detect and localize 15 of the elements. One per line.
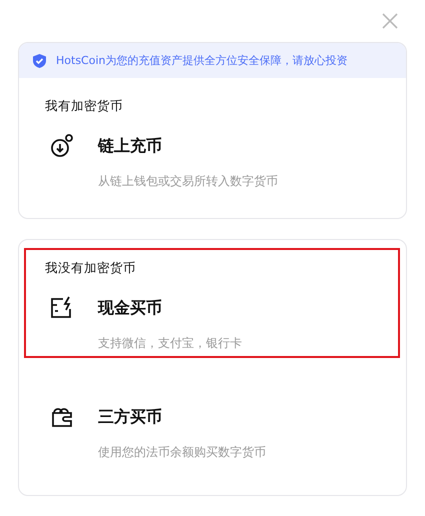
option-description: 从链上钱包或交易所转入数字货币 bbox=[98, 173, 279, 190]
option-title: 三方买币 bbox=[98, 406, 163, 428]
shield-check-icon bbox=[33, 54, 46, 68]
payment-option[interactable]: 链上充币 从链上钱包或交易所转入数字货币 bbox=[26, 115, 398, 190]
close-icon bbox=[382, 13, 398, 29]
option-title: 链上充币 bbox=[98, 134, 163, 156]
coin-download-icon bbox=[49, 133, 75, 159]
payment-option[interactable]: 三方买币 使用您的法币余额购买数字货币 bbox=[26, 368, 398, 461]
option-title: 现金买币 bbox=[98, 296, 163, 318]
section-heading: 我没有加密货币 bbox=[44, 259, 137, 277]
notice-text: HotsCoin为您的充值资产提供全方位安全保障，请放心投资 bbox=[56, 53, 348, 68]
payment-option[interactable]: 现金买币 支持微信，支付宝，银行卡 bbox=[26, 277, 398, 352]
section-heading: 我有加密货币 bbox=[44, 97, 124, 115]
option-description: 支持微信，支付宝，银行卡 bbox=[98, 335, 243, 352]
option-description: 使用您的法币余额购买数字货币 bbox=[98, 444, 267, 461]
